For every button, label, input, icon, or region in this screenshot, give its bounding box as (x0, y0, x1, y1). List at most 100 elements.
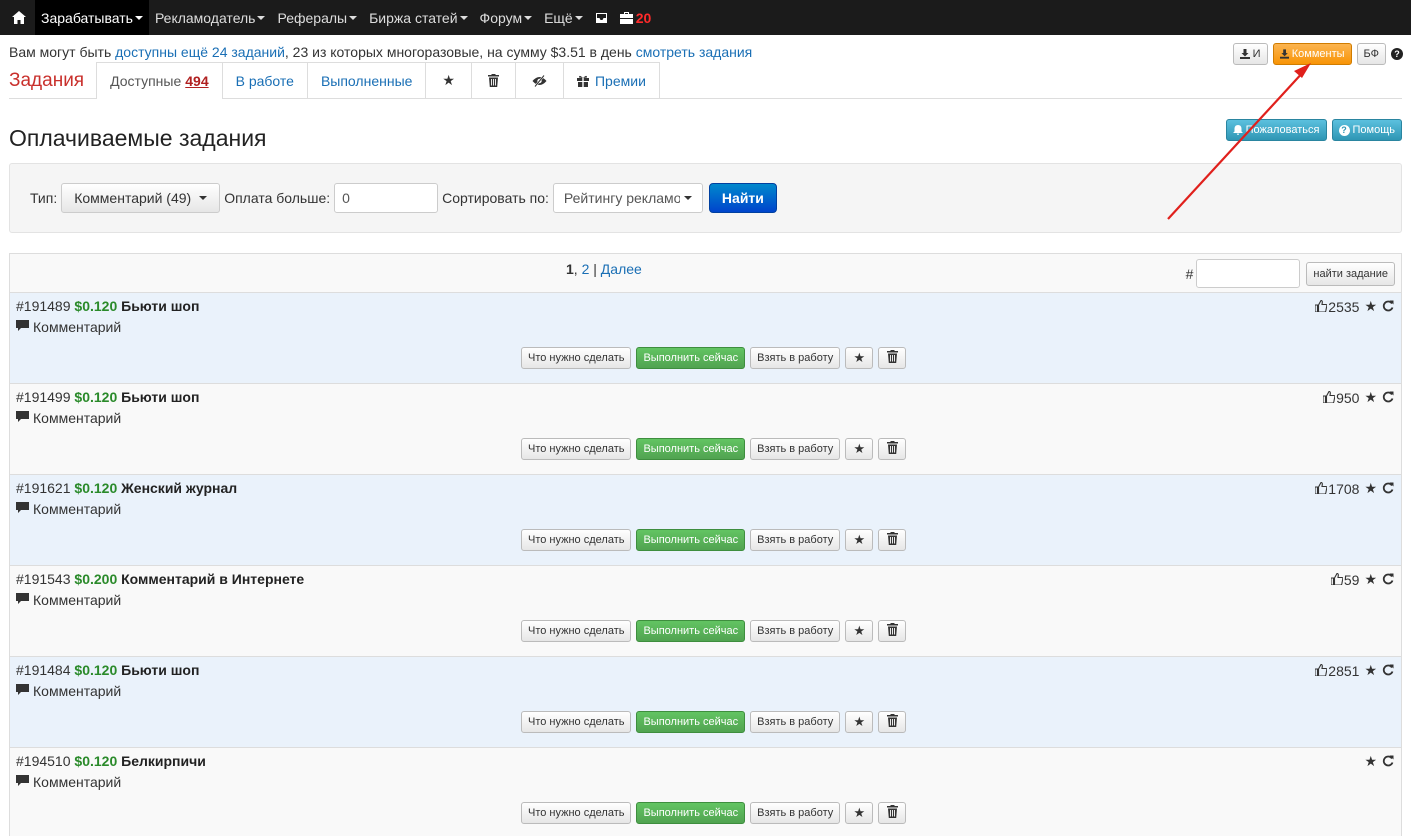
tab-favorites[interactable]: ★ (425, 62, 472, 98)
do-now-button[interactable]: Выполнить сейчас (636, 802, 746, 824)
next-page-link[interactable]: Далее (601, 261, 642, 277)
delete-button[interactable] (878, 438, 907, 460)
thumbs-up-icon (1314, 481, 1328, 497)
delete-button[interactable] (878, 529, 907, 551)
what-to-do-button[interactable]: Что нужно сделать (521, 620, 632, 642)
favorite-button[interactable]: ★ (845, 802, 874, 824)
refresh-icon[interactable] (1382, 390, 1394, 406)
comments-filter-button[interactable]: Комменты (1272, 43, 1352, 65)
take-to-work-button[interactable]: Взять в работу (750, 529, 841, 551)
take-to-work-button[interactable]: Взять в работу (750, 347, 841, 369)
take-to-work-button[interactable]: Взять в работу (750, 620, 841, 642)
task-title: #191484 $0.120 Бьюти шоп (16, 662, 199, 678)
help-question-icon[interactable]: ? (1391, 48, 1403, 60)
refresh-icon[interactable] (1382, 754, 1394, 770)
favorite-button[interactable]: ★ (845, 347, 874, 369)
star-icon[interactable]: ★ (1364, 571, 1377, 588)
do-now-button[interactable]: Выполнить сейчас (636, 711, 746, 733)
what-to-do-button[interactable]: Что нужно сделать (521, 802, 632, 824)
star-icon: ★ (853, 714, 866, 729)
task-tabs: Задания Доступные 494 В работе Выполненны… (9, 62, 1402, 99)
star-icon[interactable]: ★ (1364, 662, 1377, 679)
briefcase-counter[interactable]: 20 (614, 0, 658, 35)
take-to-work-button[interactable]: Взять в работу (750, 438, 841, 460)
nav-article-exchange[interactable]: Биржа статей (363, 0, 473, 35)
do-now-button[interactable]: Выполнить сейчас (636, 438, 746, 460)
nav-more[interactable]: Ещё (538, 0, 589, 35)
tab-trash[interactable] (470, 62, 516, 98)
star-icon[interactable]: ★ (1364, 480, 1377, 497)
find-button[interactable]: Найти (708, 183, 777, 213)
what-to-do-button[interactable]: Что нужно сделать (521, 347, 632, 369)
refresh-icon[interactable] (1382, 299, 1394, 315)
favorite-button[interactable]: ★ (845, 711, 874, 733)
view-tasks-link[interactable]: смотреть задания (636, 44, 753, 60)
help-label: Помощь (1352, 124, 1396, 136)
task-title: #191621 $0.120 Женский журнал (16, 480, 237, 496)
what-to-do-button[interactable]: Что нужно сделать (521, 438, 632, 460)
task-type: Комментарий (16, 319, 121, 335)
refresh-icon[interactable] (1382, 663, 1394, 679)
nav-advertiser[interactable]: Рекламодатель (149, 0, 272, 35)
nav-forum[interactable]: Форум (474, 0, 539, 35)
what-to-do-button[interactable]: Что нужно сделать (521, 711, 632, 733)
page-title: Оплачиваемые задания (9, 125, 267, 151)
import-button[interactable]: И (1232, 43, 1268, 65)
delete-button[interactable] (878, 347, 907, 369)
available-tasks-info: Вам могут быть доступны ещё 24 заданий, … (9, 44, 752, 60)
type-dropdown[interactable]: Комментарий (49) (61, 183, 221, 213)
favorite-button[interactable]: ★ (845, 438, 874, 460)
task-id-input[interactable] (1196, 259, 1301, 288)
delete-button[interactable] (878, 802, 907, 824)
available-tasks-link[interactable]: доступны ещё 24 заданий (115, 44, 285, 60)
pagination: 1, 2 | Далее (566, 261, 642, 277)
min-pay-input[interactable] (334, 183, 439, 213)
tab-prizes[interactable]: Премии (562, 62, 660, 98)
nav-referrals[interactable]: Рефералы (271, 0, 363, 35)
favorite-button[interactable]: ★ (845, 620, 874, 642)
tab-done[interactable]: Выполненные (306, 62, 427, 98)
task-title: #194510 $0.120 Белкирпичи (16, 753, 206, 769)
import-label: И (1252, 48, 1261, 60)
find-task-button[interactable]: найти задание (1306, 261, 1395, 286)
tab-available[interactable]: Доступные 494 (96, 62, 223, 99)
star-icon[interactable]: ★ (1364, 298, 1377, 315)
complain-label: Пожаловаться (1245, 124, 1320, 136)
home-icon[interactable] (0, 0, 35, 35)
nav-earn[interactable]: Зарабатывать (35, 0, 149, 35)
task-meta: 2851 ★ (1314, 662, 1394, 679)
take-to-work-button[interactable]: Взять в работу (750, 802, 841, 824)
do-now-button[interactable]: Выполнить сейчас (636, 620, 746, 642)
take-to-work-button[interactable]: Взять в работу (750, 711, 841, 733)
download-icon (1279, 49, 1289, 59)
tab-hidden[interactable] (514, 62, 564, 98)
inbox-icon[interactable] (589, 0, 614, 35)
tab-in-work[interactable]: В работе (221, 62, 308, 98)
top-action-buttons: И Комменты БФ ? (1232, 43, 1403, 65)
delete-button[interactable] (878, 711, 907, 733)
task-price: $0.120 (74, 753, 118, 769)
help-button[interactable]: ? Помощь (1331, 119, 1402, 141)
type-label: Тип: (30, 190, 58, 206)
comment-icon (16, 319, 29, 335)
tab-available-count: 494 (185, 73, 209, 89)
do-now-button[interactable]: Выполнить сейчас (636, 347, 746, 369)
star-icon[interactable]: ★ (1364, 753, 1377, 770)
delete-button[interactable] (878, 620, 907, 642)
task-likes: 59 (1343, 571, 1360, 588)
task-id: #194510 (16, 753, 71, 769)
tab-prizes-label: Премии (594, 72, 646, 89)
refresh-icon[interactable] (1382, 481, 1394, 497)
task-row: #191484 $0.120 Бьюти шоп Комментарий 285… (10, 657, 1401, 748)
sort-select[interactable]: Рейтингу рекламодателя (552, 183, 703, 213)
do-now-button[interactable]: Выполнить сейчас (636, 529, 746, 551)
what-to-do-button[interactable]: Что нужно сделать (521, 529, 632, 551)
task-type-label: Комментарий (33, 319, 122, 335)
star-icon[interactable]: ★ (1364, 389, 1377, 406)
favorite-button[interactable]: ★ (845, 529, 874, 551)
complain-button[interactable]: Пожаловаться (1225, 119, 1327, 141)
refresh-icon[interactable] (1382, 572, 1394, 588)
bf-button[interactable]: БФ (1356, 43, 1386, 65)
question-circle-icon: ? (1338, 124, 1350, 136)
task-row: #191543 $0.200 Комментарий в Интернете К… (10, 566, 1401, 657)
